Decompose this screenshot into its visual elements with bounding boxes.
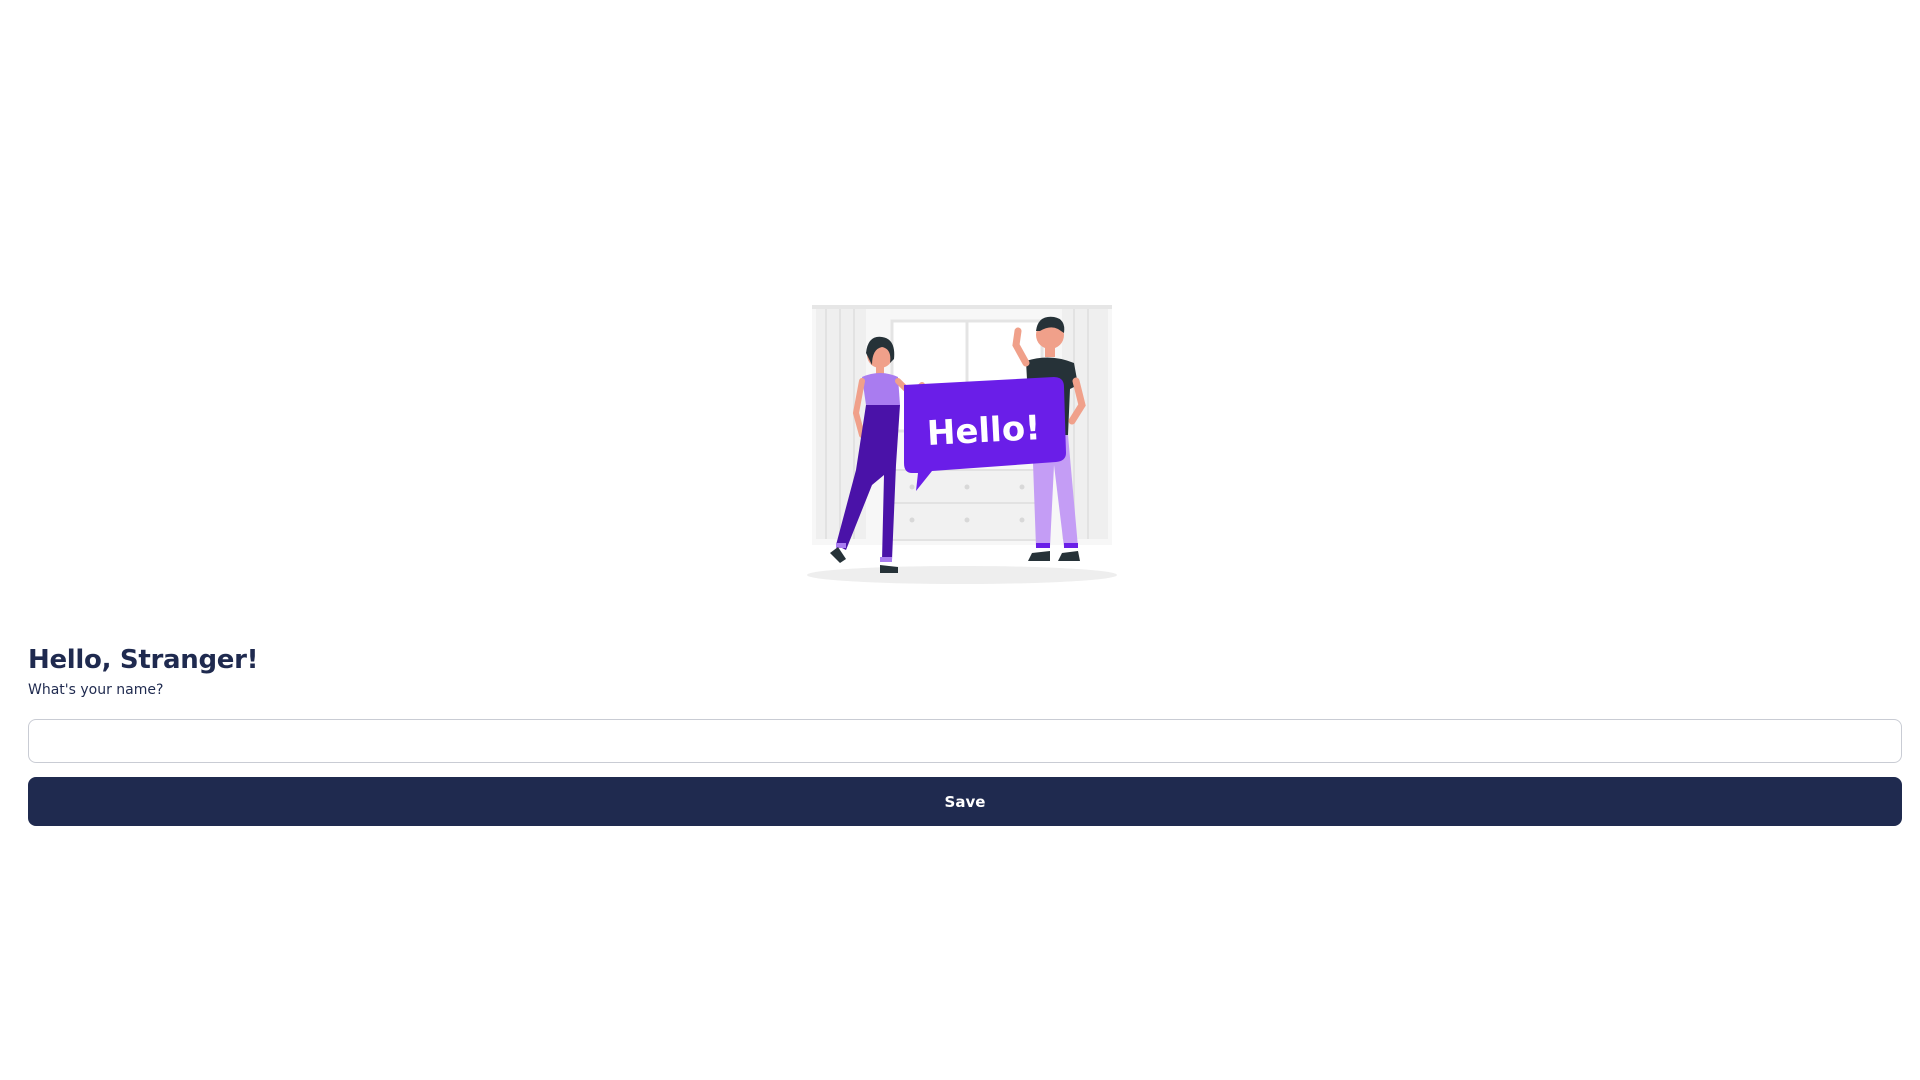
save-button[interactable]: Save [28,777,1902,826]
page: Hello! Hello, Stranger! What's your name… [0,0,1920,1080]
hello-illustration: Hello! [792,285,1132,591]
hello-people-icon: Hello! [792,285,1132,591]
greeting-heading: Hello, Stranger! [28,645,259,675]
name-input[interactable] [28,719,1902,763]
name-form: Hello, Stranger! What's your name? Save [28,640,1902,826]
bubble-text: Hello! [926,408,1042,454]
name-prompt-label: What's your name? [28,682,164,698]
